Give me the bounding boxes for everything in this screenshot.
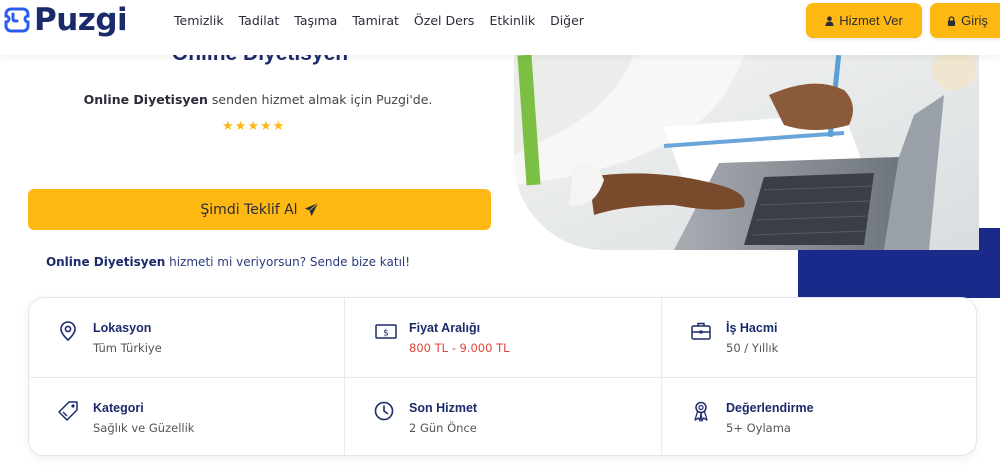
info-last-service: Son Hizmet 2 Gün Önce xyxy=(345,378,662,455)
nav-item-tasima[interactable]: Taşıma xyxy=(294,13,337,28)
info-label: Fiyat Aralığı xyxy=(409,321,481,335)
get-quote-button[interactable]: Şimdi Teklif Al xyxy=(28,189,491,230)
info-value: 2 Gün Önce xyxy=(409,421,477,435)
star-icon: ★ xyxy=(259,118,272,133)
login-button[interactable]: Giriş xyxy=(930,3,1000,38)
info-label: Lokasyon xyxy=(93,321,152,335)
info-category: Kategori Sağlık ve Güzellik xyxy=(29,378,345,455)
award-icon xyxy=(690,400,712,422)
info-value: Sağlık ve Güzellik xyxy=(93,421,195,435)
join-prompt[interactable]: Online Diyetisyen hizmeti mi veriyorsun?… xyxy=(28,255,428,269)
info-label: İş Hacmi xyxy=(726,321,778,335)
provide-service-label: Hizmet Ver xyxy=(839,13,903,28)
brand-logo[interactable]: Puzgi xyxy=(2,2,128,38)
hero-image xyxy=(514,55,979,250)
puzgi-logo-icon xyxy=(4,7,30,33)
info-label: Kategori xyxy=(93,401,144,415)
info-rating: Değerlendirme 5+ Oylama xyxy=(662,378,976,455)
star-icon: ★ xyxy=(272,118,285,133)
lock-icon xyxy=(948,15,956,26)
info-label: Değerlendirme xyxy=(726,401,814,415)
info-value: Tüm Türkiye xyxy=(93,341,162,355)
brand-name: Puzgi xyxy=(34,2,128,38)
info-value: 800 TL - 9.000 TL xyxy=(409,341,510,355)
info-value: 50 / Yıllık xyxy=(726,341,779,355)
location-pin-icon xyxy=(57,320,79,342)
hero-photo-illustration xyxy=(514,55,979,250)
nav-item-temizlik[interactable]: Temizlik xyxy=(174,13,224,28)
info-location: Lokasyon Tüm Türkiye xyxy=(29,298,345,378)
hero-subtitle-service: Online Diyetisyen xyxy=(83,92,208,107)
info-value: 5+ Oylama xyxy=(726,421,791,435)
nav-item-etkinlik[interactable]: Etkinlik xyxy=(489,13,535,28)
briefcase-icon xyxy=(690,320,712,342)
rating-stars: ★ ★ ★ ★ ★ xyxy=(222,118,285,134)
provide-service-button[interactable]: Hizmet Ver xyxy=(806,3,922,38)
info-label: Son Hizmet xyxy=(409,401,478,415)
clock-icon xyxy=(373,400,395,422)
hero-subtitle-text: senden hizmet almak için Puzgi'de. xyxy=(207,92,433,107)
user-icon xyxy=(825,15,834,26)
hero-subtitle: Online Diyetisyen senden hizmet almak iç… xyxy=(28,92,488,107)
star-icon: ★ xyxy=(222,118,234,133)
join-prompt-service: Online Diyetisyen xyxy=(45,255,166,269)
join-prompt-text: hizmeti mi veriyorsun? Sende bize katıl! xyxy=(165,255,411,269)
nav-item-ozel-ders[interactable]: Özel Ders xyxy=(414,13,475,28)
info-job-volume: İş Hacmi 50 / Yıllık xyxy=(662,298,976,378)
tag-icon xyxy=(57,400,79,422)
star-icon: ★ xyxy=(234,118,247,133)
service-info-card: Lokasyon Tüm Türkiye $ Fiyat Aralığı 800… xyxy=(28,297,977,456)
login-label: Giriş xyxy=(961,13,988,28)
nav-item-diger[interactable]: Diğer xyxy=(550,13,584,28)
money-icon: $ xyxy=(373,320,397,342)
main-nav: Temizlik Tadilat Taşıma Tamirat Özel Der… xyxy=(174,13,599,28)
nav-item-tadilat[interactable]: Tadilat xyxy=(239,13,280,28)
svg-text:$: $ xyxy=(383,329,389,339)
nav-item-tamirat[interactable]: Tamirat xyxy=(352,13,399,28)
info-price-range: $ Fiyat Aralığı 800 TL - 9.000 TL xyxy=(345,298,662,378)
star-icon: ★ xyxy=(247,118,259,133)
get-quote-label: Şimdi Teklif Al xyxy=(200,201,298,218)
site-header: Puzgi Temizlik Tadilat Taşıma Tamirat Öz… xyxy=(0,0,1000,55)
paper-plane-icon xyxy=(304,202,318,217)
